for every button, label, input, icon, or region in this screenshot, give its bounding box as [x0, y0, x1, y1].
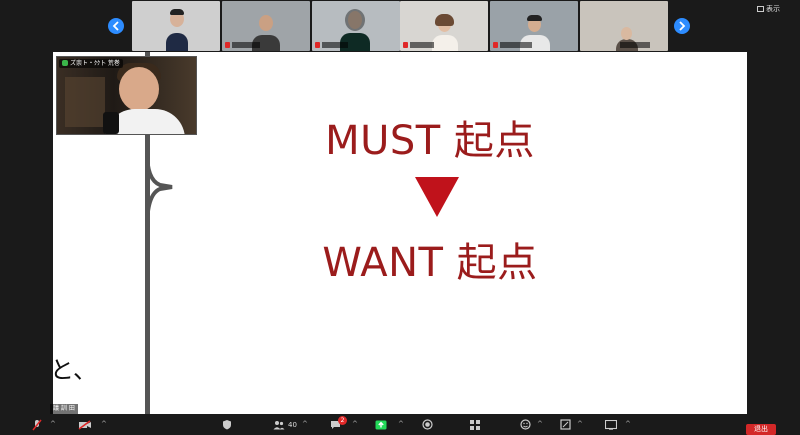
leave-button[interactable]: 退出: [746, 424, 776, 435]
participant-tile[interactable]: [312, 1, 400, 51]
share-caret[interactable]: ^: [398, 420, 404, 428]
bottom-name-overlay: 議 訓 田: [50, 404, 78, 414]
self-name-text: ズ崇ト・ｸｸ卜 荒巻: [70, 60, 120, 67]
participant-tile[interactable]: [490, 1, 578, 51]
reactions-caret[interactable]: ^: [537, 420, 543, 428]
participant-name: [322, 42, 348, 48]
security-button[interactable]: [222, 417, 232, 432]
self-name-label: ズ崇ト・ｸｸ卜 荒巻: [59, 59, 123, 68]
participant-name: [410, 42, 434, 48]
share-screen-icon: [375, 420, 387, 429]
microphone-object: [103, 112, 119, 134]
participant-strip: 表示: [0, 0, 800, 52]
slide-bottom-text: と、: [50, 356, 98, 384]
chevron-right-icon: [679, 21, 686, 31]
participant-name: [620, 42, 650, 48]
chat-badge: 2: [338, 416, 347, 425]
apps-icon: [470, 419, 480, 430]
participant-tile[interactable]: [400, 1, 488, 51]
mic-muted-icon: [403, 42, 408, 48]
mic-muted-icon: [315, 42, 320, 48]
record-icon: [422, 419, 433, 430]
view-toggle-label: 表示: [766, 5, 780, 13]
brace-shape: [145, 151, 173, 229]
zoom-meeting-window: 表示 MUST 起点 WANT 起点 と、 ズ崇ト・ｸｸ卜 荒巻 議 訓 田 ^…: [0, 0, 800, 435]
chat-caret[interactable]: ^: [352, 420, 358, 428]
video-button[interactable]: [78, 417, 92, 432]
meeting-toolbar: ^ ^ 40 ^ 2 ^ ^ ^ ^ ^: [0, 414, 800, 435]
participants-button[interactable]: 40: [273, 417, 297, 432]
prev-page-button[interactable]: [108, 18, 124, 34]
slide-line-must: MUST 起点: [325, 118, 535, 164]
participant-tile[interactable]: [132, 1, 220, 51]
participants-caret[interactable]: ^: [302, 420, 308, 428]
participant-tile[interactable]: [222, 1, 310, 51]
slide-line-want: WANT 起点: [322, 240, 538, 286]
mute-button[interactable]: [32, 417, 42, 432]
audio-options-caret[interactable]: ^: [50, 420, 56, 428]
view-toggle-button[interactable]: 表示: [757, 4, 780, 14]
more-caret[interactable]: ^: [577, 420, 583, 428]
participants-count: 40: [288, 420, 297, 429]
more-button[interactable]: [560, 417, 571, 432]
participant-tile[interactable]: [580, 1, 668, 51]
down-arrow-icon: [415, 177, 459, 217]
reactions-button[interactable]: [520, 417, 531, 432]
participant-name: [500, 42, 532, 48]
video-off-icon: [78, 419, 91, 430]
shield-icon: [62, 60, 68, 66]
mic-muted-icon: [225, 42, 230, 48]
view-icon: [757, 6, 764, 12]
mic-muted-icon: [493, 42, 498, 48]
self-video[interactable]: ズ崇ト・ｸｸ卜 荒巻: [56, 56, 197, 135]
view-button[interactable]: [605, 417, 617, 432]
more-icon: [560, 419, 571, 430]
shield-icon: [223, 420, 231, 430]
view-icon: [605, 419, 617, 430]
chevron-left-icon: [112, 21, 119, 31]
share-screen-button[interactable]: [375, 417, 387, 432]
apps-button[interactable]: [470, 417, 480, 432]
video-options-caret[interactable]: ^: [101, 420, 107, 428]
people-icon: [273, 420, 285, 429]
participant-name: [232, 42, 260, 48]
view-caret[interactable]: ^: [625, 420, 631, 428]
chat-button[interactable]: 2: [330, 416, 347, 432]
record-button[interactable]: [422, 417, 433, 432]
next-page-button[interactable]: [674, 18, 690, 34]
reaction-icon: [520, 419, 531, 430]
mic-muted-icon: [32, 419, 42, 430]
